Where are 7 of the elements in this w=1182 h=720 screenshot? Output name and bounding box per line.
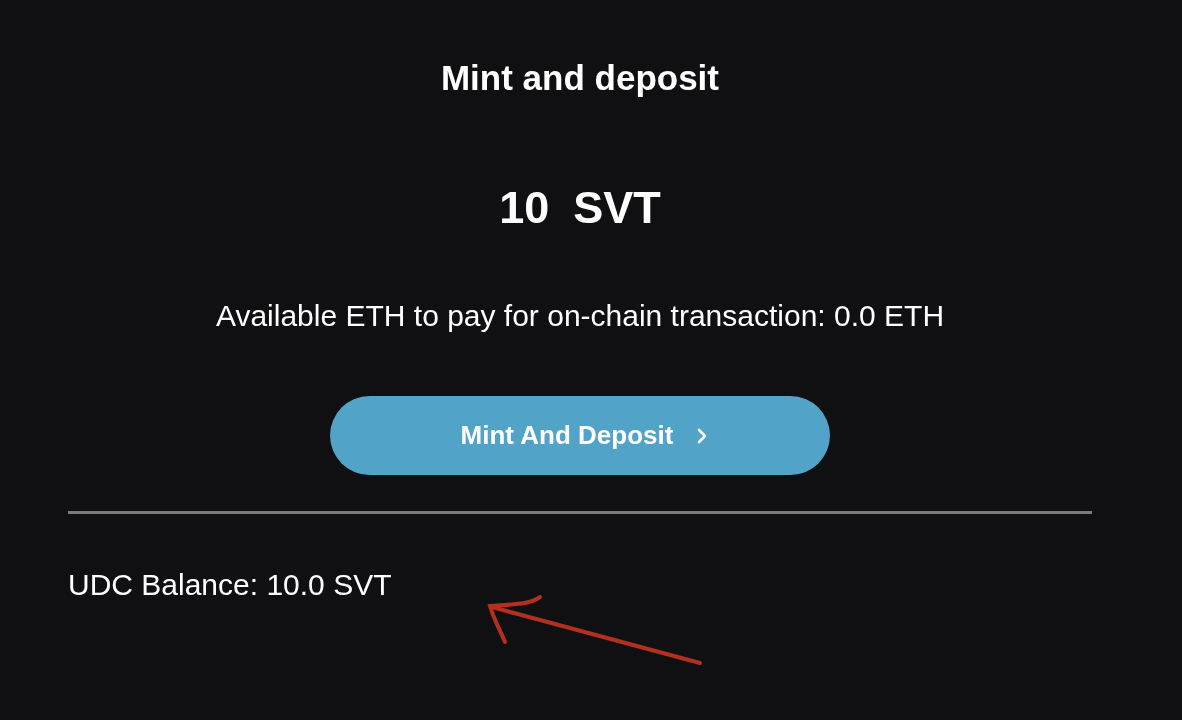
amount-value: 10 bbox=[499, 182, 550, 234]
mint-and-deposit-button[interactable]: Mint And Deposit bbox=[330, 396, 830, 475]
chevron-right-icon bbox=[697, 427, 708, 444]
page-title: Mint and deposit bbox=[440, 58, 719, 98]
amount-unit: SVT bbox=[573, 182, 661, 234]
udc-balance: UDC Balance: 10.0 SVT bbox=[68, 568, 392, 602]
eth-notice: Available ETH to pay for on-chain transaction: 0.0 ETH bbox=[215, 299, 945, 333]
